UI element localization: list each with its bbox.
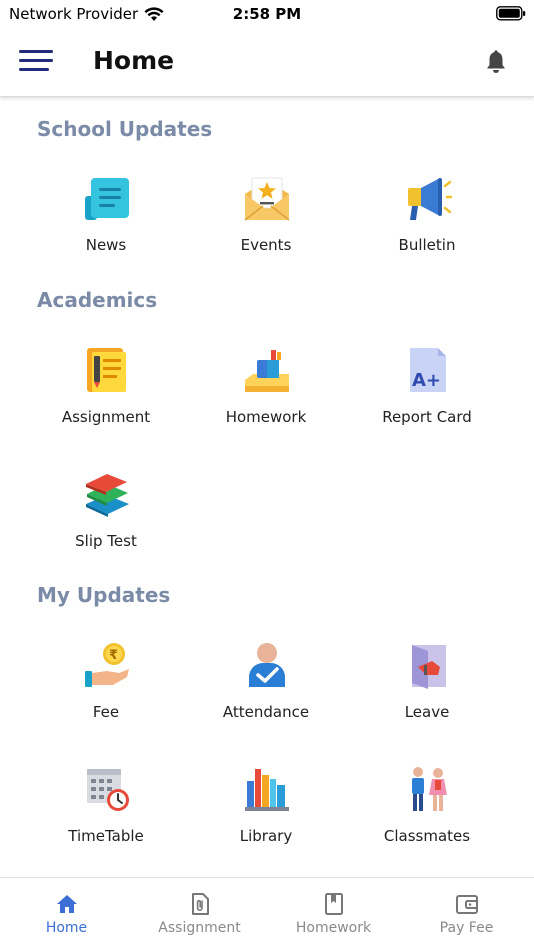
events-icon bbox=[244, 177, 290, 221]
megaphone-icon bbox=[408, 178, 452, 220]
tile-news[interactable]: News bbox=[26, 174, 186, 274]
tile-label: Bulletin bbox=[398, 236, 456, 254]
nav-assignment[interactable]: Assignment bbox=[133, 878, 266, 950]
tile-slip-test[interactable]: Slip Test bbox=[26, 470, 186, 570]
leave-icon bbox=[412, 645, 446, 689]
tile-label: Attendance bbox=[222, 703, 310, 721]
tile-label: Fee bbox=[92, 703, 120, 721]
section-title-my-updates: My Updates bbox=[37, 583, 171, 607]
classmates-icon bbox=[412, 767, 447, 811]
library-icon bbox=[245, 769, 289, 811]
tile-label: Leave bbox=[404, 703, 450, 721]
report-card-icon: A+ bbox=[410, 348, 446, 392]
nav-homework[interactable]: Homework bbox=[267, 878, 400, 950]
attendance-icon bbox=[249, 643, 285, 687]
page-title: Home bbox=[93, 46, 175, 75]
tile-assignment[interactable]: Assignment bbox=[26, 346, 186, 446]
home-icon bbox=[57, 895, 77, 913]
tile-label: Report Card bbox=[382, 408, 472, 426]
tile-label: Homework bbox=[225, 408, 307, 426]
bookmark-book-icon bbox=[325, 893, 343, 915]
assignment-icon bbox=[87, 348, 126, 392]
app-header: Home bbox=[0, 28, 534, 97]
books-icon bbox=[86, 474, 129, 517]
tile-label: Slip Test bbox=[75, 532, 137, 550]
tile-label: News bbox=[85, 236, 127, 254]
fee-icon: ₹ bbox=[85, 643, 129, 687]
paperclip-file-icon bbox=[192, 893, 209, 915]
tile-timetable[interactable]: TimeTable bbox=[26, 765, 186, 865]
tile-attendance[interactable]: Attendance bbox=[186, 641, 346, 741]
notification-bell-button[interactable] bbox=[485, 50, 507, 74]
battery-icon bbox=[496, 6, 526, 25]
nav-pay-fee[interactable]: Pay Fee bbox=[400, 878, 533, 950]
clock: 2:58 PM bbox=[232, 5, 302, 23]
tile-label: TimeTable bbox=[68, 827, 144, 845]
svg-text:A+: A+ bbox=[412, 370, 441, 391]
timetable-icon bbox=[87, 769, 129, 811]
status-bar: Network Provider 2:58 PM bbox=[0, 0, 534, 28]
tile-library[interactable]: Library bbox=[186, 765, 346, 865]
homework-icon bbox=[245, 350, 289, 392]
tile-homework[interactable]: Homework bbox=[186, 346, 346, 446]
tile-fee[interactable]: ₹ Fee bbox=[26, 641, 186, 741]
section-title-academics: Academics bbox=[37, 288, 158, 312]
nav-label: Pay Fee bbox=[439, 920, 494, 936]
tile-report-card[interactable]: A+ Report Card bbox=[347, 346, 507, 446]
menu-button[interactable] bbox=[19, 50, 53, 74]
tile-bulletin[interactable]: Bulletin bbox=[347, 174, 507, 274]
tile-label: Assignment bbox=[61, 408, 151, 426]
nav-label: Assignment bbox=[158, 920, 241, 936]
bell-icon bbox=[487, 50, 505, 73]
nav-home[interactable]: Home bbox=[0, 878, 133, 950]
news-icon bbox=[85, 178, 129, 220]
svg-text:₹: ₹ bbox=[109, 648, 118, 663]
tile-label: Classmates bbox=[383, 827, 471, 845]
tile-leave[interactable]: Leave bbox=[347, 641, 507, 741]
tile-events[interactable]: Events bbox=[186, 174, 346, 274]
tile-label: Events bbox=[240, 236, 292, 254]
section-title-school-updates: School Updates bbox=[37, 117, 213, 141]
wallet-icon bbox=[456, 895, 478, 914]
nav-label: Home bbox=[45, 920, 88, 936]
nav-label: Homework bbox=[295, 920, 372, 936]
tile-label: Library bbox=[239, 827, 293, 845]
tile-classmates[interactable]: Classmates bbox=[347, 765, 507, 865]
bottom-navigation: Home Assignment Homework Pay Fee bbox=[0, 877, 534, 950]
